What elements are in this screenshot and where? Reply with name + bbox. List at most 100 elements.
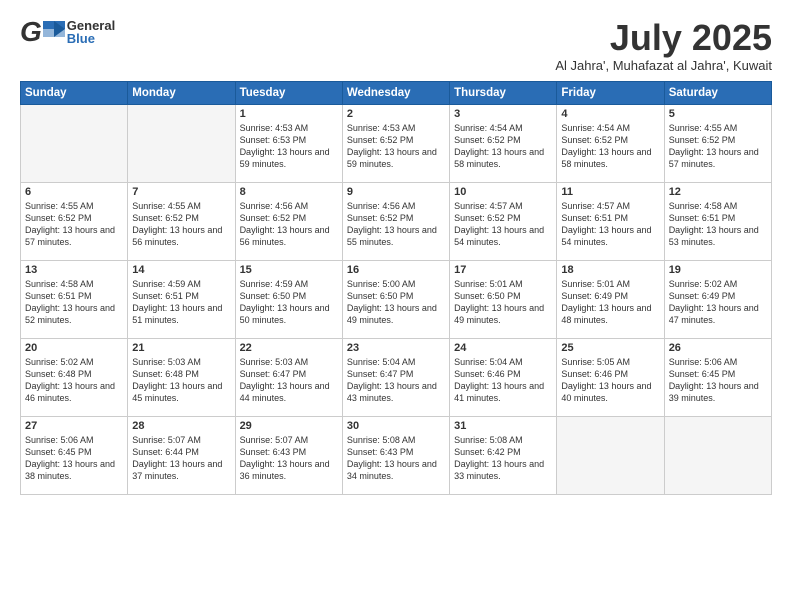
- cell-info: Sunrise: 5:03 AM Sunset: 6:48 PM Dayligh…: [132, 356, 230, 405]
- logo-g-letter: G: [20, 18, 42, 46]
- cell-info: Sunrise: 4:53 AM Sunset: 6:53 PM Dayligh…: [240, 122, 338, 171]
- calendar-cell: 10Sunrise: 4:57 AM Sunset: 6:52 PM Dayli…: [450, 182, 557, 260]
- calendar-cell: [21, 104, 128, 182]
- day-number: 2: [347, 108, 445, 120]
- calendar-cell: 6Sunrise: 4:55 AM Sunset: 6:52 PM Daylig…: [21, 182, 128, 260]
- day-number: 24: [454, 342, 552, 354]
- cell-info: Sunrise: 5:04 AM Sunset: 6:47 PM Dayligh…: [347, 356, 445, 405]
- day-header-thursday: Thursday: [450, 81, 557, 104]
- calendar-cell: 29Sunrise: 5:07 AM Sunset: 6:43 PM Dayli…: [235, 416, 342, 494]
- day-number: 15: [240, 264, 338, 276]
- calendar-cell: 27 Sunrise: 5:06 AM Sunset: 6:45 PM Dayli…: [21, 416, 128, 494]
- calendar-cell: 20 Sunrise: 5:02 AM Sunset: 6:48 PM Dayli…: [21, 338, 128, 416]
- day-header-saturday: Saturday: [664, 81, 771, 104]
- day-number: 4: [561, 108, 659, 120]
- cell-info: Sunrise: 4:55 AM Sunset: 6:52 PM Dayligh…: [132, 200, 230, 249]
- title-area: July 2025 Al Jahra', Muhafazat al Jahra'…: [555, 18, 772, 73]
- calendar-week-row: 13 Sunrise: 4:58 AM Sunset: 6:51 PM Dayli…: [21, 260, 772, 338]
- day-number: 31: [454, 420, 552, 432]
- day-number: 26: [669, 342, 767, 354]
- day-number: 19: [669, 264, 767, 276]
- calendar-cell: 25 Sunrise: 5:05 AM Sunset: 6:46 PM Dayli…: [557, 338, 664, 416]
- calendar-cell: 4 Sunrise: 4:54 AM Sunset: 6:52 PM Daylig…: [557, 104, 664, 182]
- logo-blue-text: Blue: [67, 32, 115, 45]
- calendar-cell: [557, 416, 664, 494]
- day-number: 18: [561, 264, 659, 276]
- calendar-cell: 31 Sunrise: 5:08 AM Sunset: 6:42 PM Dayli…: [450, 416, 557, 494]
- location-subtitle: Al Jahra', Muhafazat al Jahra', Kuwait: [555, 58, 772, 73]
- calendar-cell: 3Sunrise: 4:54 AM Sunset: 6:52 PM Daylig…: [450, 104, 557, 182]
- day-number: 13: [25, 264, 123, 276]
- day-number: 7: [132, 186, 230, 198]
- cell-info: Sunrise: 4:54 AM Sunset: 6:52 PM Dayligh…: [454, 122, 552, 171]
- calendar-week-row: 27 Sunrise: 5:06 AM Sunset: 6:45 PM Dayli…: [21, 416, 772, 494]
- cell-info: Sunrise: 5:00 AM Sunset: 6:50 PM Dayligh…: [347, 278, 445, 327]
- day-number: 14: [132, 264, 230, 276]
- day-header-tuesday: Tuesday: [235, 81, 342, 104]
- calendar-cell: 21 Sunrise: 5:03 AM Sunset: 6:48 PM Dayli…: [128, 338, 235, 416]
- logo: G General Blue: [20, 18, 115, 46]
- cell-info: Sunrise: 4:53 AM Sunset: 6:52 PM Dayligh…: [347, 122, 445, 171]
- calendar-cell: 12Sunrise: 4:58 AM Sunset: 6:51 PM Dayli…: [664, 182, 771, 260]
- cell-info: Sunrise: 4:55 AM Sunset: 6:52 PM Dayligh…: [25, 200, 123, 249]
- cell-info: Sunrise: 5:06 AM Sunset: 6:45 PM Dayligh…: [25, 434, 123, 483]
- header: G General Blue July 2025 Al Jahra', Muha…: [20, 18, 772, 73]
- calendar-page: G General Blue July 2025 Al Jahra', Muha…: [0, 0, 792, 612]
- day-number: 21: [132, 342, 230, 354]
- day-number: 16: [347, 264, 445, 276]
- cell-info: Sunrise: 5:07 AM Sunset: 6:44 PM Dayligh…: [132, 434, 230, 483]
- calendar-table: SundayMondayTuesdayWednesdayThursdayFrid…: [20, 81, 772, 495]
- day-number: 25: [561, 342, 659, 354]
- month-title: July 2025: [555, 18, 772, 58]
- day-number: 8: [240, 186, 338, 198]
- cell-info: Sunrise: 5:02 AM Sunset: 6:48 PM Dayligh…: [25, 356, 123, 405]
- cell-info: Sunrise: 5:03 AM Sunset: 6:47 PM Dayligh…: [240, 356, 338, 405]
- day-header-monday: Monday: [128, 81, 235, 104]
- calendar-cell: 19 Sunrise: 5:02 AM Sunset: 6:49 PM Dayli…: [664, 260, 771, 338]
- cell-info: Sunrise: 4:59 AM Sunset: 6:50 PM Dayligh…: [240, 278, 338, 327]
- calendar-cell: 7 Sunrise: 4:55 AM Sunset: 6:52 PM Daylig…: [128, 182, 235, 260]
- cell-info: Sunrise: 4:58 AM Sunset: 6:51 PM Dayligh…: [669, 200, 767, 249]
- day-number: 22: [240, 342, 338, 354]
- cell-info: Sunrise: 4:57 AM Sunset: 6:51 PM Dayligh…: [561, 200, 659, 249]
- day-header-wednesday: Wednesday: [342, 81, 449, 104]
- cell-info: Sunrise: 5:01 AM Sunset: 6:50 PM Dayligh…: [454, 278, 552, 327]
- day-number: 10: [454, 186, 552, 198]
- cell-info: Sunrise: 5:01 AM Sunset: 6:49 PM Dayligh…: [561, 278, 659, 327]
- cell-info: Sunrise: 5:08 AM Sunset: 6:42 PM Dayligh…: [454, 434, 552, 483]
- day-number: 5: [669, 108, 767, 120]
- cell-info: Sunrise: 4:59 AM Sunset: 6:51 PM Dayligh…: [132, 278, 230, 327]
- cell-info: Sunrise: 4:54 AM Sunset: 6:52 PM Dayligh…: [561, 122, 659, 171]
- calendar-cell: [128, 104, 235, 182]
- day-number: 27: [25, 420, 123, 432]
- calendar-cell: 8 Sunrise: 4:56 AM Sunset: 6:52 PM Daylig…: [235, 182, 342, 260]
- day-number: 1: [240, 108, 338, 120]
- calendar-cell: 16 Sunrise: 5:00 AM Sunset: 6:50 PM Dayli…: [342, 260, 449, 338]
- calendar-cell: 15 Sunrise: 4:59 AM Sunset: 6:50 PM Dayli…: [235, 260, 342, 338]
- calendar-cell: 11 Sunrise: 4:57 AM Sunset: 6:51 PM Dayli…: [557, 182, 664, 260]
- cell-info: Sunrise: 4:58 AM Sunset: 6:51 PM Dayligh…: [25, 278, 123, 327]
- logo-flag-icon: [43, 21, 65, 37]
- cell-info: Sunrise: 5:02 AM Sunset: 6:49 PM Dayligh…: [669, 278, 767, 327]
- cell-info: Sunrise: 5:05 AM Sunset: 6:46 PM Dayligh…: [561, 356, 659, 405]
- cell-info: Sunrise: 4:56 AM Sunset: 6:52 PM Dayligh…: [240, 200, 338, 249]
- calendar-cell: 26 Sunrise: 5:06 AM Sunset: 6:45 PM Dayli…: [664, 338, 771, 416]
- logo-text-block: General Blue: [67, 19, 115, 45]
- calendar-cell: [664, 416, 771, 494]
- calendar-cell: 5Sunrise: 4:55 AM Sunset: 6:52 PM Daylig…: [664, 104, 771, 182]
- day-header-friday: Friday: [557, 81, 664, 104]
- day-header-sunday: Sunday: [21, 81, 128, 104]
- calendar-week-row: 1 Sunrise: 4:53 AM Sunset: 6:53 PM Daylig…: [21, 104, 772, 182]
- day-number: 20: [25, 342, 123, 354]
- cell-info: Sunrise: 5:06 AM Sunset: 6:45 PM Dayligh…: [669, 356, 767, 405]
- cell-info: Sunrise: 4:56 AM Sunset: 6:52 PM Dayligh…: [347, 200, 445, 249]
- calendar-week-row: 6Sunrise: 4:55 AM Sunset: 6:52 PM Daylig…: [21, 182, 772, 260]
- day-number: 11: [561, 186, 659, 198]
- calendar-cell: 2 Sunrise: 4:53 AM Sunset: 6:52 PM Daylig…: [342, 104, 449, 182]
- cell-info: Sunrise: 5:08 AM Sunset: 6:43 PM Dayligh…: [347, 434, 445, 483]
- day-number: 23: [347, 342, 445, 354]
- calendar-header-row: SundayMondayTuesdayWednesdayThursdayFrid…: [21, 81, 772, 104]
- calendar-cell: 22 Sunrise: 5:03 AM Sunset: 6:47 PM Dayli…: [235, 338, 342, 416]
- day-number: 28: [132, 420, 230, 432]
- calendar-cell: 9Sunrise: 4:56 AM Sunset: 6:52 PM Daylig…: [342, 182, 449, 260]
